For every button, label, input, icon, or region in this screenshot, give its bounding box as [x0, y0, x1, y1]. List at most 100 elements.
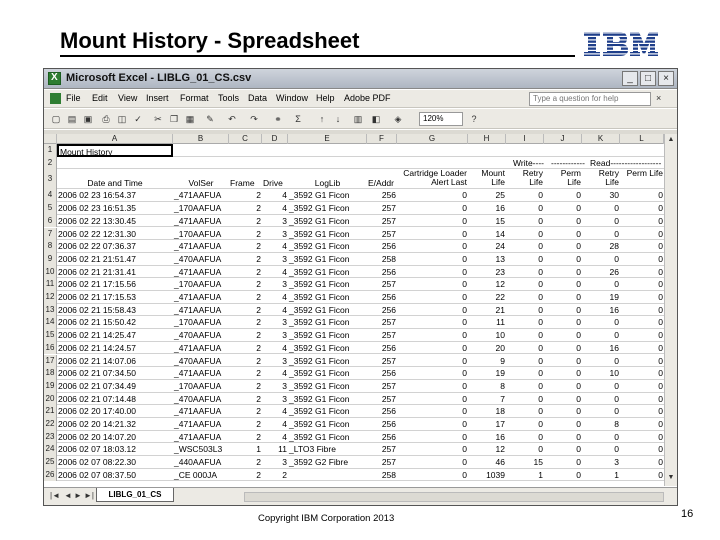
cell-drive[interactable]: 4 [262, 266, 288, 279]
cell-eaddr[interactable]: 256 [367, 266, 397, 279]
cell-frame[interactable]: 1 [229, 443, 262, 456]
horizontal-scrollbar[interactable] [244, 492, 664, 502]
cell-loglib[interactable]: _LTO3 Fibre [288, 443, 367, 456]
cell-cartridge-loader[interactable]: 0 [397, 215, 468, 228]
cell-loglib[interactable]: _3592 G1 Ficon [288, 202, 367, 215]
cell-drive[interactable]: 3 [262, 380, 288, 393]
prev-sheet-icon[interactable]: ◄ [64, 491, 72, 500]
cell-read-perm-life[interactable]: 0 [620, 431, 664, 444]
row-number[interactable]: 8 [44, 240, 57, 253]
cell-loglib[interactable]: _3592 G1 Ficon [288, 342, 367, 355]
cell-cartridge-loader[interactable]: 0 [397, 304, 468, 317]
cell-frame[interactable]: 2 [229, 431, 262, 444]
paste-icon[interactable]: ▦ [184, 113, 196, 125]
cell-read-perm-life[interactable]: 0 [620, 443, 664, 456]
cell-frame[interactable]: 2 [229, 189, 262, 202]
menu-tools[interactable]: Tools [218, 93, 239, 103]
spelling-icon[interactable]: ✓ [132, 113, 144, 125]
row-number[interactable]: 24 [44, 443, 57, 457]
cell-read-perm-life[interactable]: 0 [620, 405, 664, 418]
cell-frame[interactable]: 2 [229, 202, 262, 215]
cell-frame[interactable]: 2 [229, 342, 262, 355]
scroll-down-icon[interactable]: ▼ [665, 472, 677, 484]
cell-drive[interactable]: 3 [262, 316, 288, 329]
cell-frame[interactable]: 2 [229, 240, 262, 253]
cell-eaddr[interactable]: 256 [367, 431, 397, 444]
cell-loglib[interactable]: _3592 G1 Ficon [288, 240, 367, 253]
menu-file[interactable]: File [66, 93, 81, 103]
cell-read-perm-life[interactable]: 0 [620, 342, 664, 355]
cell-write-perm-life[interactable]: 0 [544, 456, 582, 469]
cell-eaddr[interactable]: 257 [367, 355, 397, 368]
row-number[interactable]: 18 [44, 367, 57, 380]
cell-date-time[interactable]: 2006 02 22 13:30.45 [57, 215, 173, 228]
cell-date-time[interactable]: 2006 02 23 16:54.37 [57, 189, 173, 202]
cell-write-perm-life[interactable]: 0 [544, 469, 582, 482]
cell-mount-life[interactable]: 1039 [468, 469, 506, 482]
row-number[interactable]: 20 [44, 392, 57, 406]
cell-eaddr[interactable]: 257 [367, 228, 397, 241]
cell-read-retry-life[interactable]: 16 [582, 342, 620, 355]
cell-mount-life[interactable]: 24 [468, 240, 506, 253]
new-file-icon[interactable]: ▢ [50, 113, 62, 125]
cell-loglib[interactable]: _3592 G1 Ficon [288, 418, 367, 431]
cell-date-time[interactable]: 2006 02 23 16:51.35 [57, 202, 173, 215]
cell-drive[interactable]: 4 [262, 304, 288, 317]
close-workbook-icon[interactable]: × [656, 93, 661, 103]
cell-cartridge-loader[interactable]: 0 [397, 456, 468, 469]
cell-cartridge-loader[interactable]: 0 [397, 367, 468, 380]
row-number[interactable]: 1 [44, 144, 57, 157]
sheet-tab-liblg-01-cs[interactable]: LIBLG_01_CS [96, 488, 174, 502]
header-read-perm-life[interactable]: Perm Life [620, 169, 664, 189]
cell-loglib[interactable]: _3592 G1 Ficon [288, 431, 367, 444]
cell-loglib[interactable]: _3592 G1 Ficon [288, 355, 367, 368]
cell-write-perm-life[interactable]: 0 [544, 253, 582, 266]
cell-read-perm-life[interactable]: 0 [620, 316, 664, 329]
cell-write-perm-life[interactable]: 0 [544, 278, 582, 291]
cell-mount-life[interactable]: 16 [468, 431, 506, 444]
cell-cartridge-loader[interactable]: 0 [397, 189, 468, 202]
cell-write-perm-life[interactable]: 0 [544, 202, 582, 215]
cell-write-perm-life[interactable]: 0 [544, 215, 582, 228]
header-date-time[interactable]: Date and Time [57, 169, 173, 189]
cell-read-retry-life[interactable]: 0 [582, 355, 620, 368]
drawing-icon[interactable]: ◧ [370, 113, 382, 125]
cell-read-retry-life[interactable]: 0 [582, 316, 620, 329]
cell-write-retry-life[interactable]: 0 [506, 329, 544, 342]
cell-drive[interactable]: 11 [262, 443, 288, 456]
cell-read-retry-life[interactable]: 0 [582, 278, 620, 291]
cell-volser[interactable]: _471AAFUA [173, 342, 229, 355]
column-header-e[interactable]: E [288, 134, 367, 144]
cell-write-retry-life[interactable]: 0 [506, 355, 544, 368]
cell-loglib[interactable]: _3592 G1 Ficon [288, 228, 367, 241]
header-read-retry-life[interactable]: Retry Life [582, 169, 620, 189]
cell-mount-life[interactable]: 20 [468, 342, 506, 355]
cell-drive[interactable]: 4 [262, 240, 288, 253]
cell-read-retry-life[interactable]: 3 [582, 456, 620, 469]
menu-format[interactable]: Format [180, 93, 209, 103]
cell-date-time[interactable]: 2006 02 22 07:36.37 [57, 240, 173, 253]
column-header-k[interactable]: K [582, 134, 620, 144]
save-icon[interactable]: ▣ [82, 113, 94, 125]
row-number[interactable]: 7 [44, 227, 57, 241]
row-number[interactable]: 19 [44, 379, 57, 393]
cell-write-retry-life[interactable]: 0 [506, 189, 544, 202]
cell-volser[interactable]: _170AAFUA [173, 202, 229, 215]
column-header-l[interactable]: L [620, 134, 664, 144]
cell-date-time[interactable]: 2006 02 07 18:03.12 [57, 443, 173, 456]
cell-mount-life[interactable]: 15 [468, 215, 506, 228]
cell-read-perm-life[interactable]: 0 [620, 228, 664, 241]
cell-loglib[interactable]: _3592 G1 Ficon [288, 266, 367, 279]
menu-window[interactable]: Window [276, 93, 308, 103]
cell-loglib[interactable]: _3592 G1 Ficon [288, 304, 367, 317]
cell-write-retry-life[interactable]: 0 [506, 393, 544, 406]
cell-read-perm-life[interactable]: 0 [620, 253, 664, 266]
cell-mount-life[interactable]: 11 [468, 316, 506, 329]
menu-help[interactable]: Help [316, 93, 335, 103]
cell-mount-life[interactable]: 46 [468, 456, 506, 469]
cell-cartridge-loader[interactable]: 0 [397, 443, 468, 456]
row-number[interactable]: 3 [44, 169, 57, 190]
cell-read-retry-life[interactable]: 10 [582, 367, 620, 380]
cell-write-retry-life[interactable]: 0 [506, 342, 544, 355]
cell-eaddr[interactable]: 257 [367, 380, 397, 393]
